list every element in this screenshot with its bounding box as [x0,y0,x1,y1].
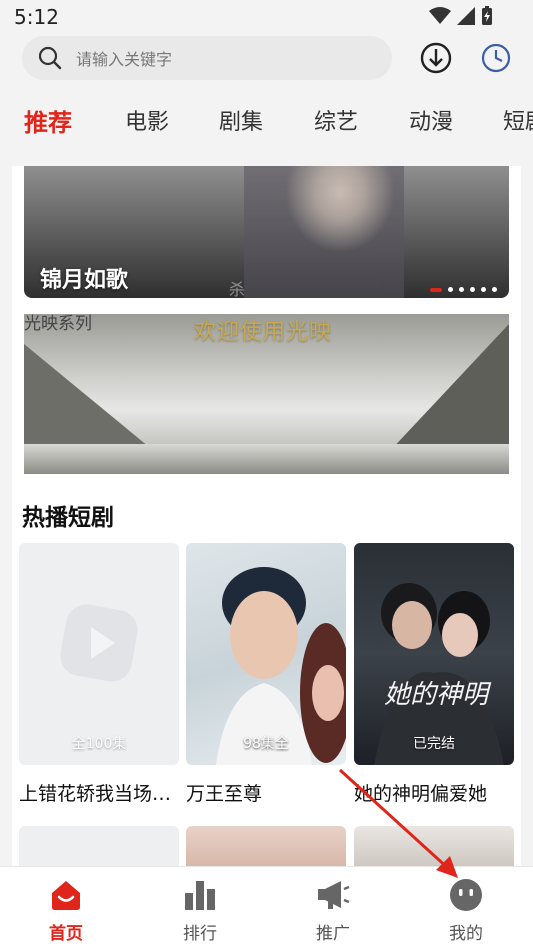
valley-ground [24,444,509,474]
series-label: 光映系列 [24,314,92,334]
home-icon [52,881,80,910]
nav-label: 排行 [183,924,217,944]
nav-ranking[interactable]: 排行 [160,877,240,944]
history-clock-icon[interactable] [480,42,512,74]
carousel-dot[interactable] [470,287,475,292]
episode-badge: 全100集 [71,736,127,752]
category-tabs: 推荐 电影 剧集 综艺 动漫 短剧 [0,100,533,144]
episode-badge: 已完结 [413,736,455,752]
megaphone-icon [318,881,350,909]
tab-short-drama[interactable]: 短剧 [503,104,533,136]
drama-card[interactable]: 她的神明 已完结 她的神明偏爱她 [354,543,514,806]
carousel-dot[interactable] [448,287,453,292]
download-icon[interactable] [420,42,452,74]
banner-image [244,166,404,298]
poster-placeholder: 全100集 [19,543,179,765]
drama-title: 万王至尊 [186,783,263,805]
search-icon [38,46,62,70]
episode-badge: 98集全 [243,736,289,752]
nav-profile[interactable]: 我的 [426,877,506,944]
wifi-icon [429,7,451,24]
search-placeholder: 请输入关键字 [76,50,173,69]
profile-face-icon [450,879,482,911]
banner-title: 锦月如歌 [40,268,129,293]
svg-text:她的神明: 她的神明 [384,680,492,710]
status-icons [429,6,493,26]
status-time: 5:12 [14,5,59,29]
drama-card-next[interactable] [354,826,514,866]
tab-variety[interactable]: 综艺 [314,104,358,136]
nav-label: 我的 [449,924,483,944]
drama-title: 上错花轿我当场… [19,783,172,805]
carousel-dots [430,287,497,292]
bottom-nav: 首页 排行 推广 我的 [0,866,533,948]
promo-headline: 欢迎使用光映 [194,320,333,345]
hero-banner[interactable]: 杀 锦月如歌 [24,166,509,298]
nav-label: 首页 [49,924,83,944]
drama-title: 她的神明偏爱她 [354,783,488,805]
battery-icon [482,6,492,25]
search-input[interactable]: 请输入关键字 [22,36,392,80]
banner-watermark: 杀 [229,280,246,298]
carousel-dot[interactable] [492,287,497,292]
drama-card-next[interactable] [186,826,346,866]
drama-card[interactable]: 98集全 万王至尊 [186,543,346,806]
poster-image: 98集全 [186,543,346,765]
promo-banner[interactable]: 欢迎使用光映 [24,314,509,474]
signal-icon [457,7,475,25]
section-title-hot: 热播短剧 [22,505,114,531]
main-content: 杀 锦月如歌 欢迎使用光映 光映系列 热播短剧 全100集 上错花轿我当场… 9… [12,166,521,866]
poster-portrait: 她的神明 [374,583,504,765]
tab-recommend[interactable]: 推荐 [24,103,72,138]
nav-home[interactable]: 首页 [26,877,106,944]
nav-label: 推广 [316,924,350,944]
drama-card[interactable]: 全100集 上错花轿我当场… [19,543,179,806]
carousel-dot[interactable] [481,287,486,292]
tab-movie[interactable]: 电影 [125,104,169,136]
tab-anime[interactable]: 动漫 [409,104,453,136]
carousel-dot[interactable] [459,287,464,292]
poster-image: 她的神明 已完结 [354,543,514,765]
status-bar: 5:12 [0,0,533,36]
poster-portrait [216,567,346,765]
nav-promote[interactable]: 推广 [293,877,373,944]
drama-card-next[interactable] [19,826,179,866]
bar-chart-icon [185,881,215,910]
play-logo-icon [60,604,138,682]
tab-series[interactable]: 剧集 [219,104,263,136]
app-screen: 5:12 请输入关键字 推荐 电影 剧集 综艺 动漫 短剧 杀 锦月如歌 [0,0,533,948]
carousel-dot[interactable] [430,287,442,292]
